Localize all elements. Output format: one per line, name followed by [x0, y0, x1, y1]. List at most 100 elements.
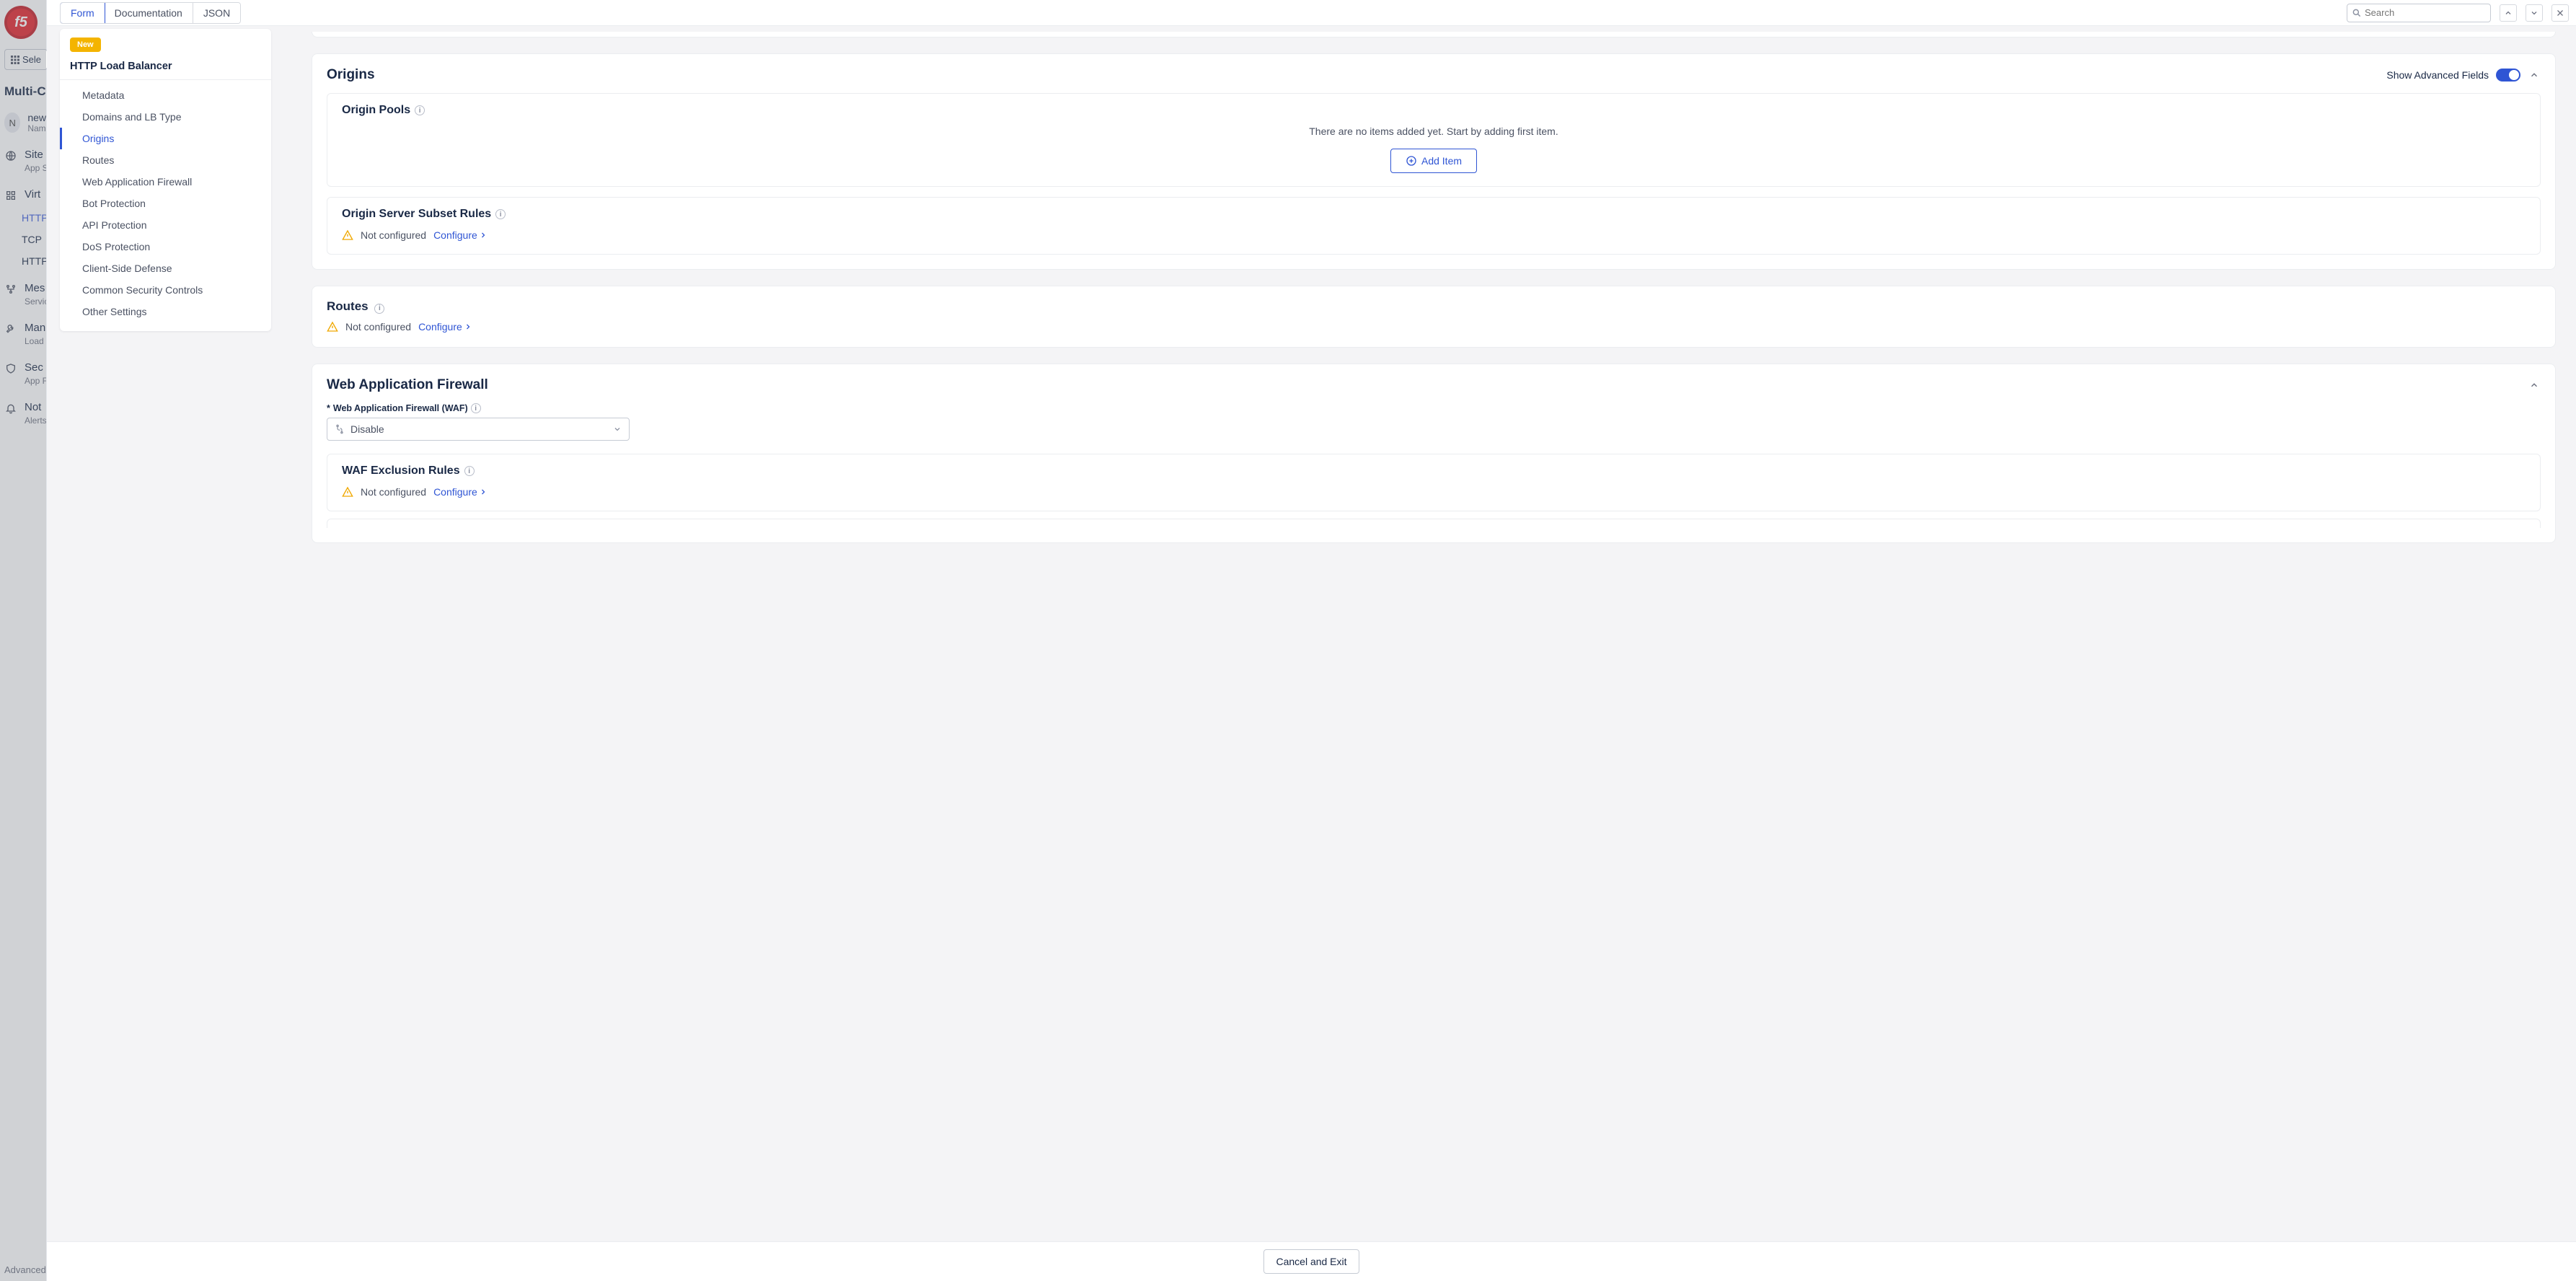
warning-icon	[342, 229, 353, 241]
tab-documentation[interactable]: Documentation	[105, 3, 193, 23]
chevron-up-icon	[2529, 380, 2539, 390]
origin-subset-rules-card: Origin Server Subset Rules i Not configu…	[327, 197, 2541, 255]
network-icon	[4, 283, 17, 296]
bg-sec-label: Sec	[25, 362, 46, 373]
service-selector: Sele	[4, 49, 48, 70]
advanced-fields-toggle[interactable]	[2496, 69, 2520, 82]
section-title-waf: Web Application Firewall	[327, 377, 488, 393]
bg-sites-sub: App S	[25, 163, 46, 173]
add-origin-pool-button[interactable]: Add Item	[1390, 149, 1477, 173]
chevron-up-icon	[2504, 9, 2513, 17]
brand-logo: f5	[4, 6, 38, 39]
waf-select-value: Disable	[350, 423, 384, 435]
nav-item-web-application-firewall[interactable]: Web Application Firewall	[60, 171, 271, 193]
info-icon[interactable]: i	[415, 105, 425, 115]
bg-sublink-tcp: TCP	[22, 234, 46, 245]
search-icon	[2352, 8, 2362, 18]
warning-icon	[342, 486, 353, 498]
search-box[interactable]	[2347, 4, 2491, 22]
info-icon[interactable]: i	[495, 209, 506, 219]
configure-routes-link[interactable]: Configure	[418, 321, 472, 333]
info-icon[interactable]: i	[464, 466, 475, 476]
waf-exclusion-title: WAF Exclusion Rules	[342, 465, 460, 477]
nav-item-other-settings[interactable]: Other Settings	[60, 301, 271, 322]
bg-mes-sub: Servic	[25, 296, 46, 307]
section-routes: Routes i Not configured Configure	[312, 286, 2556, 348]
modal-top-bar: Form Documentation JSON	[47, 0, 2576, 26]
chevron-right-icon	[479, 488, 488, 496]
bell-icon	[4, 402, 17, 415]
waf-exclusion-card: WAF Exclusion Rules i Not configured Con…	[327, 454, 2541, 511]
background-sidebar: f5 Sele Multi-C N new Nam Site App S Vir…	[0, 0, 47, 1281]
grid-icon	[11, 56, 19, 64]
waf-exclusion-status: Not configured	[361, 486, 426, 498]
configure-subset-rules-link[interactable]: Configure	[433, 229, 488, 241]
configure-waf-exclusion-link[interactable]: Configure	[433, 486, 488, 498]
nav-item-routes[interactable]: Routes	[60, 149, 271, 171]
view-tabs: Form Documentation JSON	[60, 2, 241, 24]
bg-sublink-http2: HTTP	[22, 255, 46, 267]
nav-item-common-security-controls[interactable]: Common Security Controls	[60, 279, 271, 301]
bg-sublink-http1: HTTP	[22, 212, 46, 224]
bg-not-label: Not	[25, 402, 46, 413]
search-input[interactable]	[2365, 7, 2492, 18]
bg-man-sub: Load	[25, 336, 45, 346]
add-item-label: Add Item	[1421, 155, 1462, 167]
shield-icon	[4, 362, 17, 375]
info-icon[interactable]: i	[471, 403, 481, 413]
divider	[60, 79, 271, 80]
info-icon[interactable]: i	[374, 304, 384, 314]
chevron-down-icon	[2530, 9, 2538, 17]
origin-subset-rules-title: Origin Server Subset Rules	[342, 208, 491, 221]
nav-up-button[interactable]	[2500, 4, 2517, 22]
avatar-name: new	[27, 112, 46, 123]
status-badge-new: New	[70, 38, 101, 52]
tab-form[interactable]: Form	[60, 2, 105, 24]
collapse-waf[interactable]	[2528, 379, 2541, 392]
nav-item-client-side-defense[interactable]: Client-Side Defense	[60, 257, 271, 279]
avatar-sub: Nam	[27, 123, 46, 133]
bg-mes-label: Mes	[25, 283, 46, 294]
origin-pools-title: Origin Pools	[342, 104, 410, 117]
previous-card-stub	[312, 32, 2556, 38]
nav-item-bot-protection[interactable]: Bot Protection	[60, 193, 271, 214]
section-title-routes: Routes	[327, 299, 369, 313]
modal-footer: Cancel and Exit	[47, 1241, 2576, 1281]
nav-item-origins[interactable]: Origins	[60, 128, 271, 149]
subset-rules-status: Not configured	[361, 229, 426, 241]
nav-item-metadata[interactable]: Metadata	[60, 84, 271, 106]
chevron-up-icon	[2529, 70, 2539, 80]
branch-icon	[335, 424, 345, 434]
bg-virtual-label: Virt	[25, 189, 40, 200]
section-title-origins: Origins	[327, 67, 375, 83]
bg-sec-sub: App F	[25, 376, 46, 386]
close-button[interactable]	[2551, 4, 2569, 22]
nav-down-button[interactable]	[2526, 4, 2543, 22]
bg-not-sub: Alerts	[25, 415, 46, 426]
section-origins: Origins Show Advanced Fields Origin Pool…	[312, 53, 2556, 270]
form-nav-title: HTTP Load Balancer	[70, 61, 271, 72]
form-nav-list: MetadataDomains and LB TypeOriginsRoutes…	[60, 84, 271, 331]
bg-sites-label: Site	[25, 149, 46, 160]
cancel-exit-button[interactable]: Cancel and Exit	[1263, 1249, 1359, 1274]
routes-status: Not configured	[345, 321, 411, 333]
section-waf: Web Application Firewall * Web Applicati…	[312, 364, 2556, 543]
nav-item-dos-protection[interactable]: DoS Protection	[60, 236, 271, 257]
form-main-column[interactable]: Origins Show Advanced Fields Origin Pool…	[271, 26, 2576, 1241]
bg-man-label: Man	[25, 322, 45, 333]
collapse-origins[interactable]	[2528, 69, 2541, 82]
tab-json[interactable]: JSON	[193, 3, 240, 23]
form-modal: Form Documentation JSON New HTTP Load Ba…	[47, 0, 2576, 1281]
avatar: N	[4, 113, 20, 133]
waf-next-card-stub	[327, 519, 2541, 528]
plus-circle-icon	[1406, 155, 1417, 167]
chevron-down-icon	[613, 425, 622, 433]
advanced-fields-label: Show Advanced Fields	[2386, 69, 2489, 81]
form-nav-panel: New HTTP Load Balancer MetadataDomains a…	[60, 29, 271, 331]
nav-item-api-protection[interactable]: API Protection	[60, 214, 271, 236]
warning-icon	[327, 321, 338, 333]
nav-item-domains-and-lb-type[interactable]: Domains and LB Type	[60, 106, 271, 128]
bg-title: Multi-C	[4, 84, 46, 99]
waf-select[interactable]: Disable	[327, 418, 630, 441]
close-icon	[2556, 9, 2564, 17]
